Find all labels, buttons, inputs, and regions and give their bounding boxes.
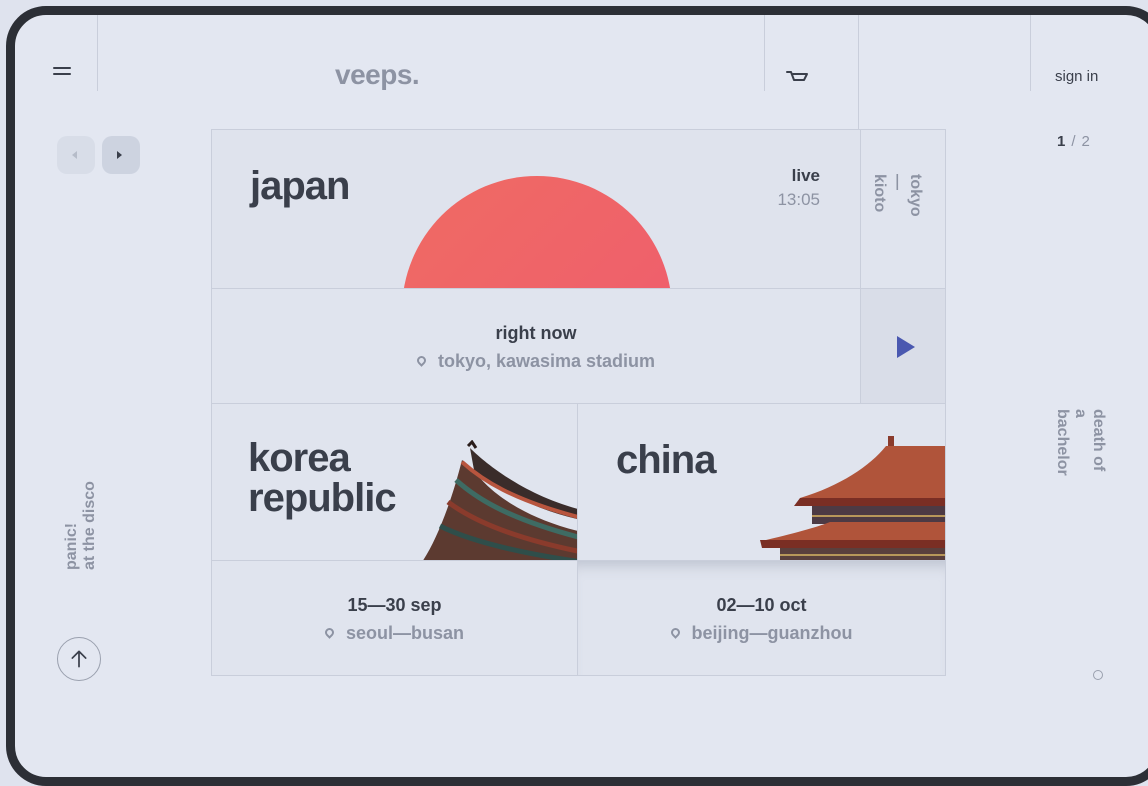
pagination-dot[interactable] — [1093, 670, 1103, 680]
album-label-right[interactable]: death of a bachelor — [1053, 409, 1107, 477]
chevron-right-icon — [117, 151, 122, 159]
device-frame: veeps. sign in 1 / 2 panic! at the disco d… — [6, 6, 1148, 786]
event-details-korea[interactable]: 15—30 sep seoul—busan — [211, 560, 578, 676]
now-playing-card[interactable]: right now tokyo, kawasima stadium — [211, 288, 861, 404]
event-card-china[interactable]: china — [577, 403, 946, 561]
event-card-korea[interactable]: korea republic — [211, 403, 578, 561]
hamburger-menu-icon[interactable] — [53, 67, 75, 79]
featured-country: japan — [250, 164, 350, 208]
play-button[interactable] — [860, 288, 946, 404]
event-location: seoul—busan — [212, 623, 577, 644]
location-pin-icon — [323, 626, 336, 639]
header-divider — [764, 15, 765, 91]
featured-event-card[interactable]: japan live 13:05 — [211, 129, 861, 289]
now-location: tokyo, kawasima stadium — [212, 351, 860, 372]
route-label: tokyo— kioto — [871, 174, 924, 217]
scroll-up-button[interactable] — [57, 637, 101, 681]
album-label-right-text: death of a bachelor — [1054, 409, 1107, 476]
cart-icon[interactable] — [785, 67, 811, 87]
event-location-text: seoul—busan — [345, 623, 465, 643]
event-country: china — [616, 438, 716, 482]
header-divider — [858, 15, 859, 131]
album-label-left[interactable]: panic! at the disco — [63, 481, 99, 570]
current-page: 1 — [1057, 133, 1066, 150]
chevron-left-icon — [72, 151, 77, 159]
location-pin-icon — [415, 354, 428, 367]
header-divider — [97, 15, 98, 91]
rising-sun-graphic — [402, 176, 672, 288]
sign-in-link[interactable]: sign in — [1055, 68, 1098, 85]
korean-temple-image — [423, 440, 577, 560]
event-location-text: beijing—guanzhou — [691, 623, 853, 643]
next-button[interactable] — [102, 136, 140, 174]
now-location-text: tokyo, kawasima stadium — [437, 351, 656, 371]
chinese-palace-image — [760, 436, 945, 560]
app-screen: veeps. sign in 1 / 2 panic! at the disco d… — [15, 15, 1148, 777]
event-details-china[interactable]: 02—10 oct beijing—guanzhou — [577, 560, 946, 676]
total-pages: 2 — [1081, 133, 1090, 150]
event-dates: 15—30 sep — [347, 595, 442, 615]
header-divider — [1030, 15, 1031, 91]
event-location: beijing—guanzhou — [578, 623, 945, 644]
event-dates: 02—10 oct — [716, 595, 807, 615]
play-icon — [897, 336, 915, 358]
prev-button[interactable] — [57, 136, 95, 174]
page-indicator: 1 / 2 — [1057, 133, 1090, 150]
live-status: live 13:05 — [777, 166, 820, 210]
route-card: tokyo— kioto — [860, 129, 946, 289]
event-country: korea republic — [248, 436, 397, 520]
live-time: 13:05 — [777, 190, 820, 209]
location-pin-icon — [668, 626, 682, 639]
logo[interactable]: veeps. — [335, 59, 420, 91]
page-separator: / — [1071, 133, 1076, 150]
now-title: right now — [495, 323, 577, 343]
live-badge: live — [791, 166, 820, 185]
album-label-left-text: panic! at the disco — [63, 481, 98, 570]
